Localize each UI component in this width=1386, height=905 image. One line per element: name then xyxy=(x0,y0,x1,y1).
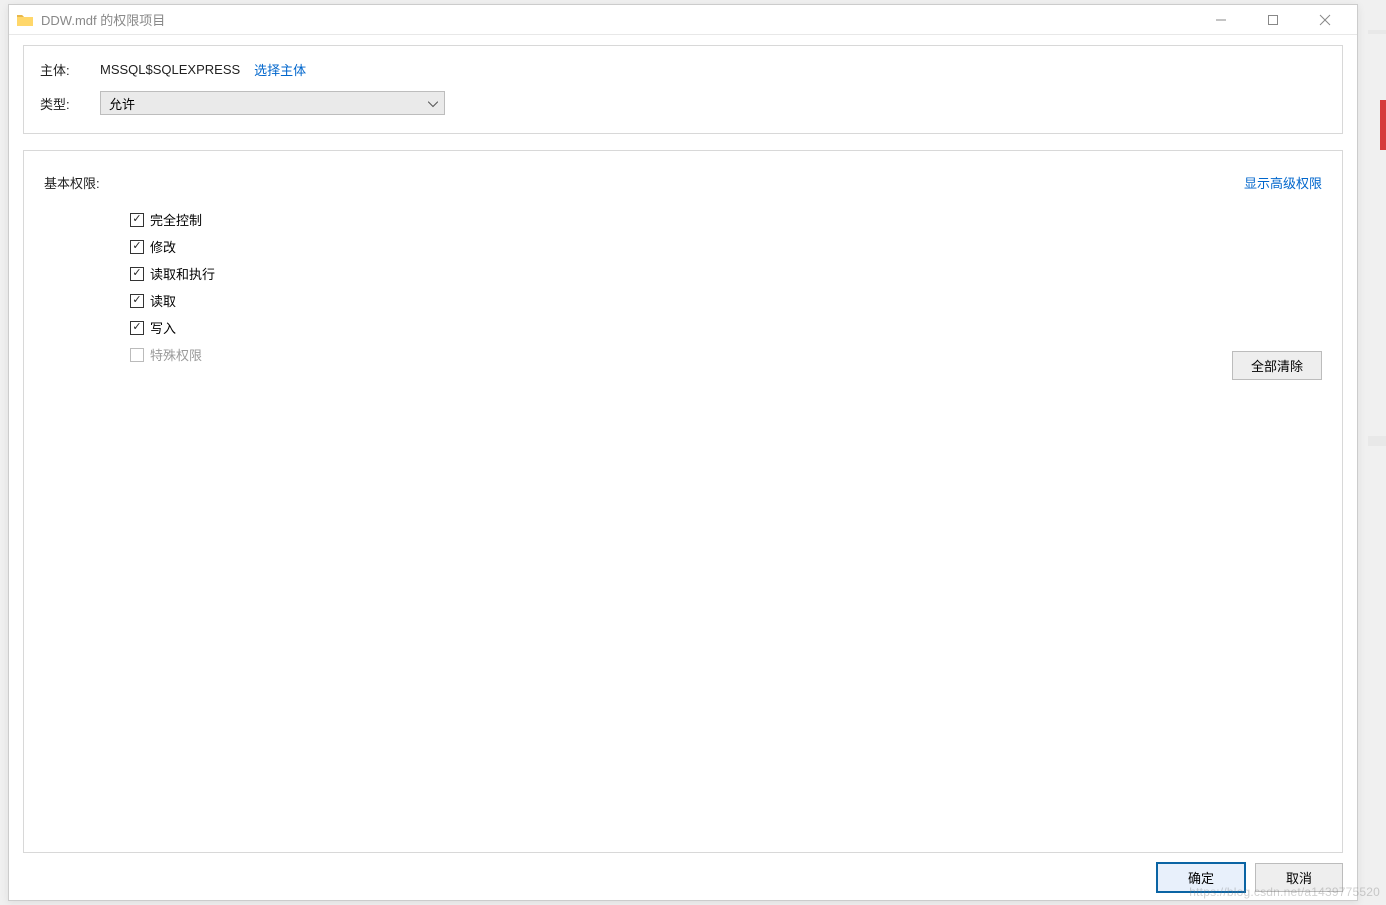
perm-label: 写入 xyxy=(150,318,176,337)
show-advanced-permissions-link[interactable]: 显示高级权限 xyxy=(1244,173,1322,192)
perm-write[interactable]: ✓ 写入 xyxy=(130,318,1322,337)
perm-special: 特殊权限 xyxy=(130,345,1322,364)
watermark: https://blog.csdn.net/a1439775520 xyxy=(1189,885,1380,899)
titlebar: DDW.mdf 的权限项目 xyxy=(9,5,1357,35)
close-button[interactable] xyxy=(1311,10,1339,30)
perm-label: 完全控制 xyxy=(150,210,202,229)
type-row: 类型: 允许 xyxy=(40,91,1326,115)
checkbox-icon: ✓ xyxy=(130,321,144,335)
principal-row: 主体: MSSQL$SQLEXPRESS 选择主体 xyxy=(40,60,1326,79)
perm-read[interactable]: ✓ 读取 xyxy=(130,291,1322,310)
chevron-down-icon xyxy=(428,96,438,111)
perm-label: 读取和执行 xyxy=(150,264,215,283)
select-principal-link[interactable]: 选择主体 xyxy=(254,60,306,79)
perm-read-execute[interactable]: ✓ 读取和执行 xyxy=(130,264,1322,283)
principal-panel: 主体: MSSQL$SQLEXPRESS 选择主体 类型: 允许 xyxy=(23,45,1343,134)
background-stripe xyxy=(1380,100,1386,150)
checkbox-icon: ✓ xyxy=(130,267,144,281)
checkbox-icon: ✓ xyxy=(130,213,144,227)
perm-modify[interactable]: ✓ 修改 xyxy=(130,237,1322,256)
checkbox-icon: ✓ xyxy=(130,240,144,254)
perm-label: 修改 xyxy=(150,237,176,256)
permissions-list: ✓ 完全控制 ✓ 修改 ✓ 读取和执行 ✓ 读取 ✓ 写入 xyxy=(130,210,1322,364)
perm-label: 特殊权限 xyxy=(150,345,202,364)
checkbox-icon xyxy=(130,348,144,362)
window-controls xyxy=(1207,10,1349,30)
perm-label: 读取 xyxy=(150,291,176,310)
type-select[interactable]: 允许 xyxy=(100,91,445,115)
principal-label: 主体: xyxy=(40,60,100,79)
window-title: DDW.mdf 的权限项目 xyxy=(41,10,165,29)
perm-full-control[interactable]: ✓ 完全控制 xyxy=(130,210,1322,229)
permissions-panel: 基本权限: 显示高级权限 ✓ 完全控制 ✓ 修改 ✓ 读取和执行 ✓ xyxy=(23,150,1343,853)
folder-icon xyxy=(17,13,33,26)
minimize-button[interactable] xyxy=(1207,10,1235,30)
maximize-button[interactable] xyxy=(1259,10,1287,30)
window-body: 主体: MSSQL$SQLEXPRESS 选择主体 类型: 允许 基本权限: 显… xyxy=(9,35,1357,853)
basic-permissions-label: 基本权限: xyxy=(44,173,100,192)
type-label: 类型: xyxy=(40,94,100,113)
background-slivers xyxy=(1364,30,1386,900)
permissions-header: 基本权限: 显示高级权限 xyxy=(44,173,1322,192)
clear-all-wrap: 全部清除 xyxy=(1232,351,1322,380)
dialog-footer: 确定 取消 xyxy=(9,853,1357,900)
permission-entry-window: DDW.mdf 的权限项目 主体: MSSQL$SQLEXPRESS 选择主体 … xyxy=(8,4,1358,901)
clear-all-button[interactable]: 全部清除 xyxy=(1232,351,1322,380)
checkbox-icon: ✓ xyxy=(130,294,144,308)
principal-name: MSSQL$SQLEXPRESS xyxy=(100,62,240,77)
type-select-value: 允许 xyxy=(109,94,135,113)
